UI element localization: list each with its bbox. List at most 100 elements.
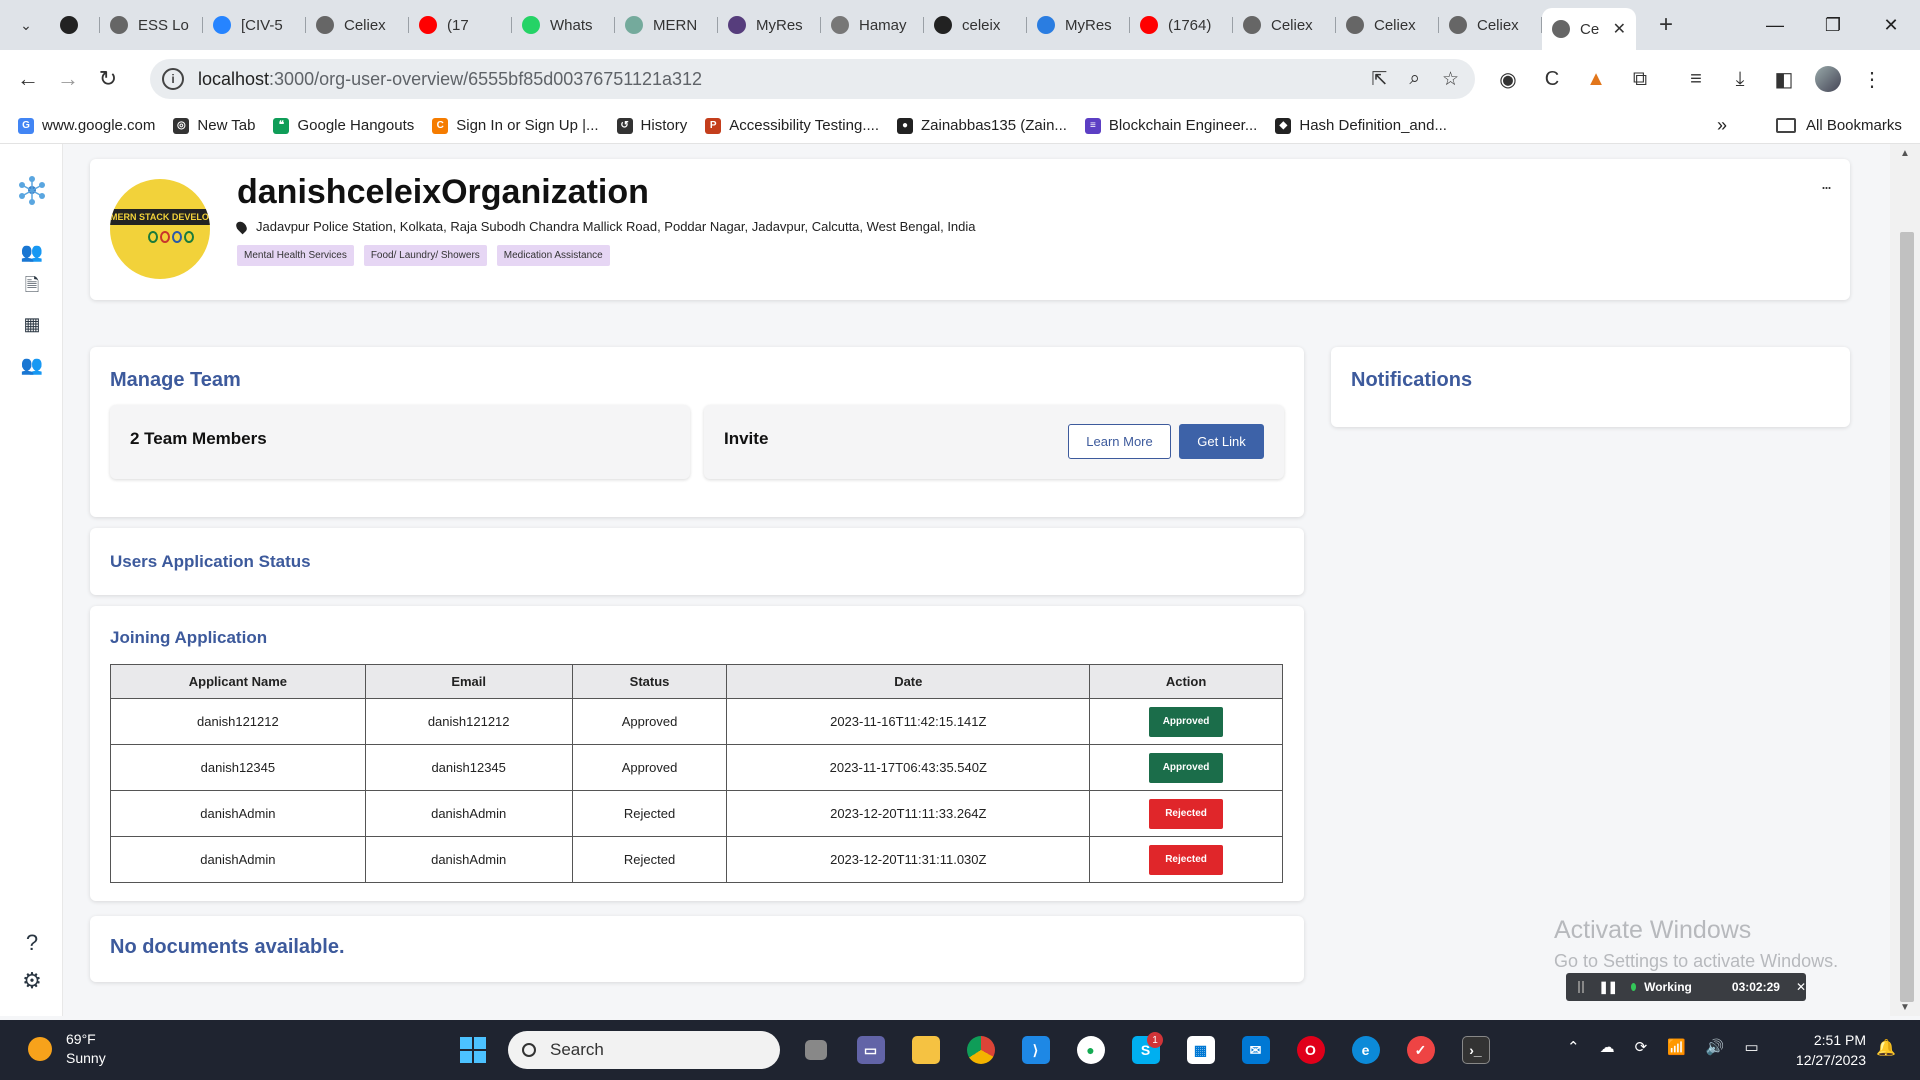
app-logo-icon[interactable] xyxy=(16,174,48,206)
temperature: 69°F xyxy=(66,1031,96,1047)
browser-tab[interactable]: MyRes xyxy=(1027,5,1130,45)
sync-icon[interactable]: ⟳ xyxy=(1635,1038,1648,1056)
skype-icon[interactable]: S1 xyxy=(1118,1030,1173,1070)
metamask-icon[interactable]: ▲ xyxy=(1583,68,1609,91)
chrome-icon[interactable] xyxy=(953,1030,1008,1070)
users-icon[interactable]: 👥 xyxy=(19,352,45,378)
browser-tab[interactable]: [CIV-5 xyxy=(203,5,306,45)
approved-button[interactable]: Approved xyxy=(1149,706,1224,737)
restore-icon[interactable]: ❐ xyxy=(1804,0,1862,50)
terminal-icon[interactable]: ›_ xyxy=(1448,1030,1503,1070)
bookmark-item[interactable]: ↺ History xyxy=(616,117,687,134)
browser-tab[interactable]: Celiex xyxy=(1233,5,1336,45)
browser-tab[interactable]: Celiex xyxy=(306,5,409,45)
tab-label: [CIV-5 xyxy=(241,16,283,34)
close-window-icon[interactable]: ✕ xyxy=(1862,0,1920,50)
dashboard-icon[interactable]: ▦ xyxy=(19,311,45,337)
forward-icon[interactable]: → xyxy=(48,59,88,99)
browser-tab[interactable]: MyRes xyxy=(718,5,821,45)
bookmark-item[interactable]: Gwww.google.com xyxy=(18,117,155,134)
wifi-icon[interactable]: 📶 xyxy=(1667,1038,1686,1056)
more-options-icon[interactable]: ... xyxy=(1821,173,1832,194)
browser-tab[interactable] xyxy=(50,5,100,45)
tab-active[interactable]: Ce ✕ xyxy=(1542,8,1636,50)
browser-menu-icon[interactable]: ⋮ xyxy=(1859,67,1885,92)
edge-icon[interactable]: e xyxy=(1338,1030,1393,1070)
timer-app-icon[interactable]: ✓ xyxy=(1393,1030,1448,1070)
mail-icon[interactable]: ✉ xyxy=(1228,1030,1283,1070)
taskbar-search[interactable]: Search xyxy=(508,1031,780,1069)
bookmark-item[interactable]: P Accessibility Testing.... xyxy=(705,117,879,134)
team-icon[interactable]: 👥 xyxy=(19,239,45,265)
open-in-app-icon[interactable]: ⇱ xyxy=(1371,68,1387,91)
close-tab-icon[interactable]: ✕ xyxy=(1613,19,1626,39)
tab-search-icon[interactable]: ⌄ xyxy=(10,9,42,41)
scroll-up-icon[interactable]: ▲ xyxy=(1900,148,1910,159)
more-bookmarks-icon[interactable]: » xyxy=(1717,115,1727,136)
browser-tab[interactable]: Whats xyxy=(512,5,615,45)
browser-tab[interactable]: (17 xyxy=(409,5,512,45)
minimize-icon[interactable]: — xyxy=(1746,0,1804,50)
scroll-down-icon[interactable]: ▼ xyxy=(1900,1002,1910,1013)
bookmark-item[interactable]: C Sign In or Sign Up |... xyxy=(432,117,599,134)
profile-avatar[interactable] xyxy=(1815,66,1841,92)
help-icon[interactable]: ? xyxy=(19,930,45,956)
browser-tab[interactable]: MERN xyxy=(615,5,718,45)
new-tab-button[interactable]: + xyxy=(1650,11,1682,39)
store-icon[interactable]: ▦ xyxy=(1173,1030,1228,1070)
teams-chat-icon[interactable]: ▭ xyxy=(843,1030,898,1070)
bookmark-item[interactable]: ◆ Hash Definition_and... xyxy=(1275,117,1447,134)
browser-tab[interactable]: Celiex xyxy=(1439,5,1542,45)
bookmark-item[interactable]: ● Zainabbas135 (Zain... xyxy=(897,117,1067,134)
task-view-icon[interactable] xyxy=(788,1030,843,1070)
extensions-puzzle-icon[interactable]: ⧉ xyxy=(1627,68,1653,91)
browser-tab[interactable]: ESS Lo xyxy=(100,5,203,45)
file-explorer-icon[interactable] xyxy=(898,1030,953,1070)
media-control-icon[interactable]: ≡ xyxy=(1683,68,1709,91)
scroll-thumb[interactable] xyxy=(1900,232,1914,1002)
browser-tab[interactable]: celeix xyxy=(924,5,1027,45)
page-scrollbar[interactable]: ▲ ▼ xyxy=(1890,144,1920,1016)
learn-more-button[interactable]: Learn More xyxy=(1068,424,1171,459)
opera-icon[interactable]: O xyxy=(1283,1030,1338,1070)
get-link-button[interactable]: Get Link xyxy=(1179,424,1264,459)
side-panel-icon[interactable]: ◧ xyxy=(1771,67,1797,92)
bookmark-item[interactable]: ≡ Blockchain Engineer... xyxy=(1084,117,1257,134)
vscode-icon[interactable]: ⟩ xyxy=(1008,1030,1063,1070)
extension-c-icon[interactable]: C xyxy=(1539,68,1565,91)
settings-icon[interactable]: ⚙ xyxy=(19,968,45,994)
mongodb-icon[interactable]: ● xyxy=(1063,1030,1118,1070)
back-icon[interactable]: ← xyxy=(8,59,48,99)
browser-tab[interactable]: (1764) xyxy=(1130,5,1233,45)
bookmark-item[interactable]: ◎ New Tab xyxy=(173,117,255,134)
notification-bell-icon[interactable]: 🔔 xyxy=(1876,1038,1896,1058)
site-info-icon[interactable]: i xyxy=(162,68,184,90)
start-icon[interactable] xyxy=(445,1030,500,1070)
applicant-email: danish121212 xyxy=(364,698,573,745)
bookmark-item[interactable]: ❝ Google Hangouts xyxy=(273,117,414,134)
pause-icon[interactable]: ❚❚ xyxy=(1599,980,1618,994)
close-timer-icon[interactable]: ✕ xyxy=(1796,980,1806,994)
approved-button[interactable]: Approved xyxy=(1149,752,1224,783)
rejected-button[interactable]: Rejected xyxy=(1149,798,1224,829)
browser-tab[interactable]: Hamay xyxy=(821,5,924,45)
battery-icon[interactable]: ▭ xyxy=(1745,1038,1759,1056)
drag-handle-icon[interactable] xyxy=(1578,981,1585,993)
volume-icon[interactable]: 🔊 xyxy=(1706,1038,1725,1056)
applicant-name: danishAdmin xyxy=(110,836,366,883)
url-field[interactable]: i localhost:3000/org-user-overview/6555b… xyxy=(150,59,1475,99)
document-icon[interactable]: 🗎 xyxy=(19,275,45,301)
extension-icon[interactable]: ◉ xyxy=(1495,67,1521,92)
invite-box: Invite Learn More Get Link xyxy=(704,405,1284,479)
weather-widget[interactable]: 69°F Sunny xyxy=(28,1030,106,1068)
reload-icon[interactable]: ↻ xyxy=(88,59,128,99)
rejected-button[interactable]: Rejected xyxy=(1149,844,1224,875)
system-clock[interactable]: 2:51 PM 12/27/2023 xyxy=(1786,1030,1866,1070)
bookmark-star-icon[interactable]: ☆ xyxy=(1442,68,1459,91)
download-icon[interactable]: ⤓ xyxy=(1727,68,1753,91)
onedrive-icon[interactable]: ☁ xyxy=(1600,1038,1615,1056)
tray-overflow-icon[interactable]: ⌃ xyxy=(1567,1038,1580,1056)
all-bookmarks-button[interactable]: All Bookmarks xyxy=(1776,117,1902,134)
browser-tab[interactable]: Celiex xyxy=(1336,5,1439,45)
zoom-icon[interactable]: ⌕ xyxy=(1409,68,1420,91)
